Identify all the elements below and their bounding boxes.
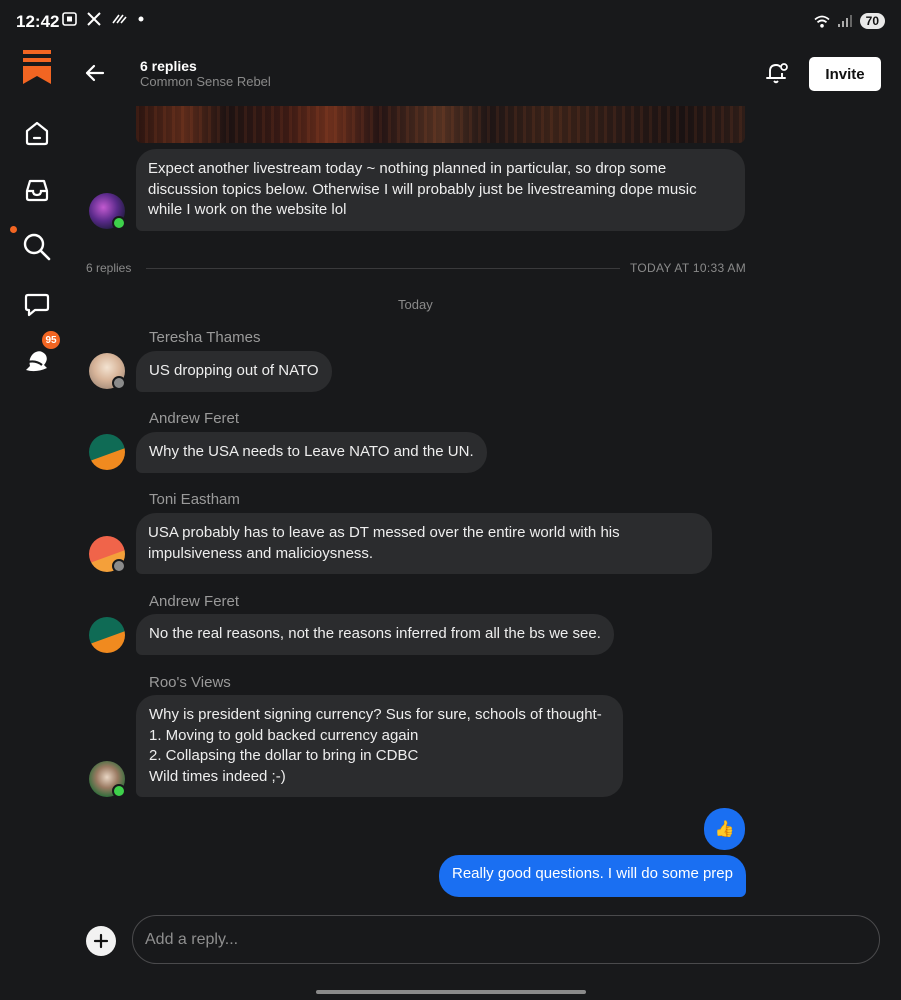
message-bubble[interactable]: USA probably has to leave as DT messed o… bbox=[136, 513, 712, 574]
divider-line bbox=[146, 268, 620, 269]
bell-settings-icon bbox=[766, 63, 788, 84]
dot-icon bbox=[138, 16, 144, 22]
online-badge bbox=[112, 784, 126, 798]
navigation-rail: 95 bbox=[0, 44, 74, 1000]
reply-input[interactable] bbox=[132, 915, 880, 964]
my-message-bubble[interactable]: Really good questions. I will do some pr… bbox=[439, 855, 746, 897]
online-badge bbox=[112, 216, 126, 230]
notification-settings-button[interactable] bbox=[764, 60, 792, 88]
wind-icon bbox=[112, 14, 127, 24]
message-bubble[interactable]: No the real reasons, not the reasons inf… bbox=[136, 614, 614, 655]
search-icon[interactable] bbox=[18, 228, 56, 266]
avatar[interactable] bbox=[89, 536, 126, 573]
x-icon bbox=[87, 12, 101, 26]
message-line: 1. Moving to gold backed currency again bbox=[149, 726, 419, 744]
plus-icon bbox=[93, 933, 109, 949]
message-author[interactable]: Andrew Feret bbox=[149, 410, 239, 427]
inbox-unread-dot bbox=[10, 226, 17, 233]
home-icon[interactable] bbox=[18, 114, 56, 152]
message-author[interactable]: Teresha Thames bbox=[149, 329, 260, 346]
chat-icon[interactable] bbox=[18, 285, 56, 323]
logo-icon[interactable] bbox=[18, 48, 56, 86]
message-text: Why the USA needs to Leave NATO and the … bbox=[149, 443, 474, 460]
status-bar: 12:42 70 bbox=[0, 0, 901, 44]
avatar[interactable] bbox=[89, 761, 126, 798]
message-author[interactable]: Roo's Views bbox=[149, 674, 231, 691]
avatar[interactable] bbox=[89, 353, 126, 390]
avatar[interactable] bbox=[89, 434, 125, 470]
message-author[interactable]: Toni Eastham bbox=[149, 491, 240, 508]
message-text: No the real reasons, not the reasons inf… bbox=[149, 625, 601, 642]
message-text: USA probably has to leave as DT messed o… bbox=[148, 524, 620, 562]
message-text: Really good questions. I will do some pr… bbox=[452, 865, 733, 882]
original-post-text: Expect another livestream today ~ nothin… bbox=[148, 160, 697, 218]
message-author[interactable]: Andrew Feret bbox=[149, 593, 239, 610]
reply-composer bbox=[74, 906, 901, 1000]
original-post-bubble[interactable]: Expect another livestream today ~ nothin… bbox=[136, 149, 745, 231]
replies-count: 6 replies bbox=[86, 261, 132, 275]
home-indicator[interactable] bbox=[316, 990, 586, 994]
message-line: Wild times indeed ;-) bbox=[149, 767, 286, 785]
back-button[interactable] bbox=[82, 60, 108, 86]
status-left-icons bbox=[62, 12, 144, 29]
page-subtitle: Common Sense Rebel bbox=[140, 74, 271, 89]
status-badge bbox=[112, 559, 126, 573]
invite-button[interactable]: Invite bbox=[809, 57, 881, 91]
my-reaction-bubble[interactable]: 👍 bbox=[704, 808, 745, 850]
thread-header: 6 replies Common Sense Rebel Invite bbox=[74, 44, 901, 106]
bell-icon[interactable] bbox=[18, 342, 56, 380]
thread-view[interactable]: Expect another livestream today ~ nothin… bbox=[74, 106, 901, 906]
screenshot-icon bbox=[62, 12, 77, 26]
wifi-icon bbox=[814, 15, 830, 28]
divider-timestamp: TODAY AT 10:33 AM bbox=[629, 261, 746, 275]
status-time: 12:42 bbox=[16, 12, 60, 31]
message-line: Why is president signing currency? Sus f… bbox=[149, 706, 602, 723]
avatar[interactable] bbox=[89, 617, 125, 653]
add-attachment-button[interactable] bbox=[86, 926, 116, 956]
message-text: US dropping out of NATO bbox=[149, 362, 319, 379]
signal-icon bbox=[837, 15, 852, 27]
day-label: Today bbox=[398, 297, 433, 312]
message-bubble[interactable]: US dropping out of NATO bbox=[136, 351, 332, 392]
battery-indicator: 70 bbox=[859, 13, 885, 29]
status-badge bbox=[112, 376, 126, 390]
inbox-icon[interactable] bbox=[18, 171, 56, 209]
message-bubble[interactable]: Why the USA needs to Leave NATO and the … bbox=[136, 432, 487, 473]
avatar[interactable] bbox=[89, 193, 126, 230]
thumbs-up-icon: 👍 bbox=[714, 821, 735, 838]
page-title: 6 replies bbox=[140, 58, 197, 74]
replies-divider: 6 replies TODAY AT 10:33 AM bbox=[86, 260, 746, 276]
arrow-left-icon bbox=[85, 64, 105, 82]
message-bubble[interactable]: Why is president signing currency? Sus f… bbox=[136, 695, 623, 797]
message-line: 2. Collapsing the dollar to bring in CDB… bbox=[149, 747, 419, 764]
livestream-image[interactable] bbox=[136, 106, 745, 143]
status-right: 70 bbox=[814, 13, 885, 29]
